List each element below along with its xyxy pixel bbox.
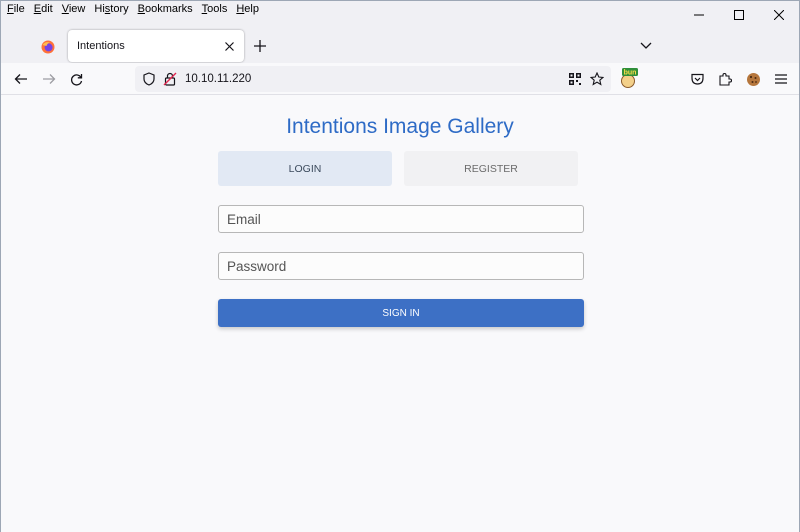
app-menu-button[interactable] xyxy=(771,69,791,89)
puzzle-piece-icon xyxy=(719,73,732,86)
page-title: Intentions Image Gallery xyxy=(286,115,514,138)
list-all-tabs-button[interactable] xyxy=(636,36,656,56)
address-bar[interactable]: 10.10.11.220 xyxy=(135,66,611,92)
menu-help[interactable]: Help xyxy=(236,3,259,15)
menu-view[interactable]: View xyxy=(62,3,86,15)
minimize-button[interactable] xyxy=(679,1,719,29)
pocket-icon xyxy=(690,73,704,85)
back-button[interactable] xyxy=(10,69,32,89)
extensions-button[interactable] xyxy=(715,69,735,89)
arrow-left-icon xyxy=(14,74,27,84)
bun-extension-icon: bun xyxy=(621,68,638,88)
maximize-icon xyxy=(734,10,744,20)
new-tab-button[interactable] xyxy=(250,36,270,56)
firefox-icon[interactable] xyxy=(41,40,55,54)
tab-intentions[interactable]: Intentions xyxy=(68,30,244,62)
insecure-lock-icon[interactable] xyxy=(162,71,178,87)
menu-tools[interactable]: Tools xyxy=(202,3,228,15)
forward-button[interactable] xyxy=(38,69,60,89)
cookie-extension-button[interactable] xyxy=(743,69,763,89)
url-text: 10.10.11.220 xyxy=(185,73,252,85)
arrow-right-icon xyxy=(43,74,56,84)
minimize-icon xyxy=(694,14,704,16)
hamburger-menu-icon xyxy=(775,74,787,84)
login-tab[interactable]: LOGIN xyxy=(218,151,392,186)
close-window-button[interactable] xyxy=(759,1,799,29)
cookie-icon xyxy=(746,72,760,86)
bun-extension-button[interactable]: bun xyxy=(618,67,640,89)
reload-button[interactable] xyxy=(65,69,87,89)
menu-bookmarks[interactable]: Bookmarks xyxy=(138,3,193,15)
menu-bar: File Edit View History Bookmarks Tools H… xyxy=(7,3,259,15)
qr-code-icon[interactable] xyxy=(567,71,583,87)
shield-icon[interactable] xyxy=(141,71,157,87)
svg-text:bun: bun xyxy=(624,70,637,77)
window-controls xyxy=(679,1,799,29)
bookmark-star-icon[interactable] xyxy=(589,71,605,87)
menu-file[interactable]: File xyxy=(7,3,25,15)
menu-history[interactable]: History xyxy=(94,3,128,15)
pocket-button[interactable] xyxy=(687,69,707,89)
password-field[interactable] xyxy=(218,252,584,280)
email-field[interactable] xyxy=(218,205,584,233)
plus-icon xyxy=(254,40,266,52)
title-bar: File Edit View History Bookmarks Tools H… xyxy=(1,1,799,63)
sign-in-button[interactable]: SIGN IN xyxy=(218,299,584,327)
tab-close-button[interactable] xyxy=(219,36,239,56)
maximize-button[interactable] xyxy=(719,1,759,29)
navigation-toolbar: 10.10.11.220 xyxy=(1,63,799,95)
page-content: Intentions Image Gallery LOGIN REGISTER … xyxy=(1,96,799,532)
tab-title: Intentions xyxy=(77,40,125,52)
menu-edit[interactable]: Edit xyxy=(34,3,53,15)
reload-icon xyxy=(70,73,82,86)
register-tab[interactable]: REGISTER xyxy=(404,151,578,186)
browser-window: File Edit View History Bookmarks Tools H… xyxy=(0,0,800,532)
chevron-down-icon xyxy=(640,42,652,49)
close-icon xyxy=(774,10,784,20)
close-icon xyxy=(224,41,234,51)
